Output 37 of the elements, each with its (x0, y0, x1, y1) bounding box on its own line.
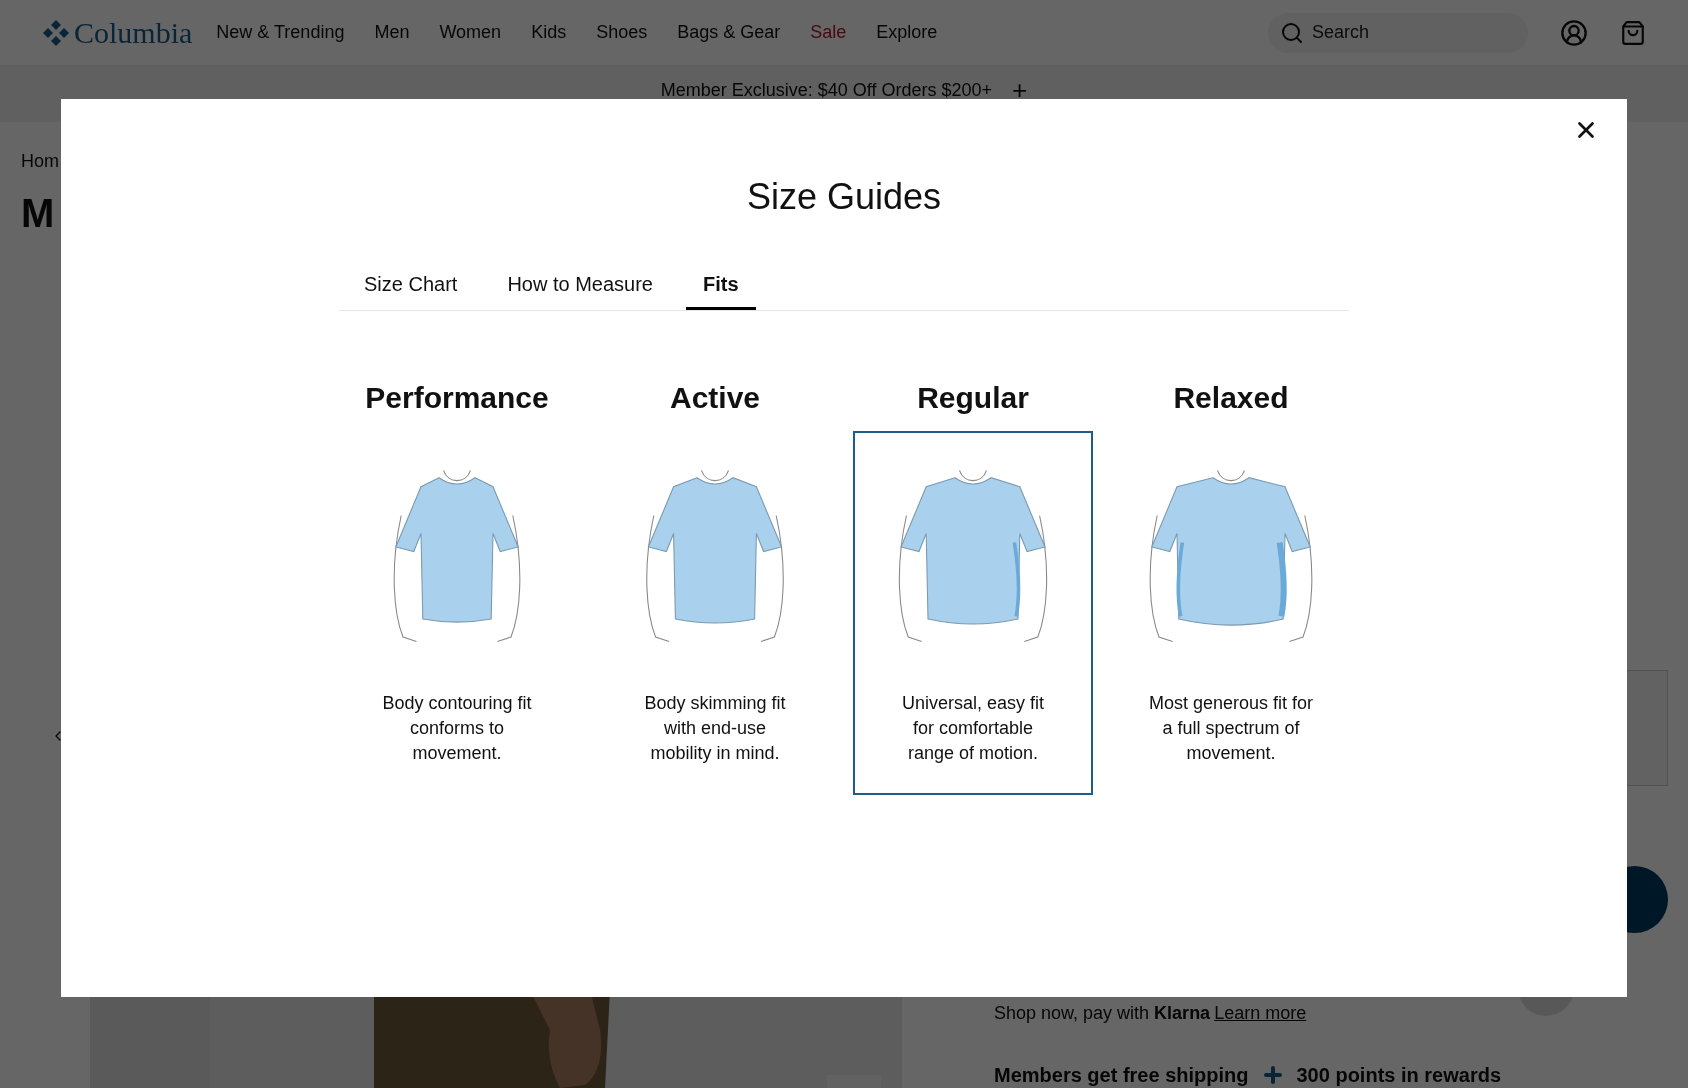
fit-card[interactable]: Universal, easy fit for comfortable range of motion. (853, 431, 1093, 795)
tab[interactable]: How to Measure (490, 269, 670, 310)
page-title: M (21, 190, 55, 237)
fit-description: Most generous fit for a full spectrum of movement. (1147, 692, 1315, 765)
nav-link[interactable]: Shoes (596, 19, 648, 46)
fit-card[interactable]: Body contouring fit conforms to movement. (337, 431, 577, 795)
members-text: Members get free shipping (994, 1063, 1249, 1088)
search-field[interactable]: Search (1268, 12, 1528, 53)
account-icon[interactable] (1560, 18, 1588, 47)
fit-title: Active (669, 380, 760, 415)
fit-description: Body skimming fit with end-use mobility in mind. (643, 692, 787, 765)
nav-link[interactable]: Sale (810, 19, 847, 46)
nav-link[interactable]: Explore (876, 19, 938, 46)
tab[interactable]: Size Chart (347, 269, 475, 310)
rewards-text: 300 points in rewards (1296, 1063, 1501, 1088)
tab[interactable]: Fits (686, 269, 756, 310)
fit-title: Regular (917, 380, 1029, 415)
learn-more-link[interactable]: Learn more (1214, 1000, 1307, 1027)
expand-button[interactable]: + (1012, 77, 1028, 103)
fit-card[interactable]: Body skimming fit with end-use mobility in mind. (595, 431, 835, 795)
brand-logo[interactable]: Columbia (74, 10, 193, 55)
promo-text: Member Exclusive: $40 Off Orders $200+ (660, 79, 993, 102)
fit-card[interactable]: Most generous fit for a full spectrum of movement. (1111, 431, 1351, 795)
nav-link[interactable]: Kids (531, 19, 567, 46)
nav-link[interactable]: New & Trending (216, 19, 345, 46)
nav-link[interactable]: Bags & Gear (677, 19, 781, 46)
fit-title: Relaxed (1173, 380, 1289, 415)
nav-link[interactable]: Men (374, 19, 410, 46)
diamond-logo-icon (42, 18, 70, 47)
nav-link[interactable]: Women (439, 19, 502, 46)
search-icon (1280, 20, 1304, 45)
fit-description: Universal, easy fit for comfortable range of motion. (900, 692, 1046, 765)
dialog-title: Size Guides (746, 175, 942, 219)
payment-text: Shop now, pay with Klarna (994, 1002, 1211, 1025)
fit-title: Performance (365, 380, 549, 415)
fit-description: Body contouring fit conforms to movement. (381, 692, 533, 765)
shopping-bag-icon[interactable] (1620, 19, 1646, 46)
